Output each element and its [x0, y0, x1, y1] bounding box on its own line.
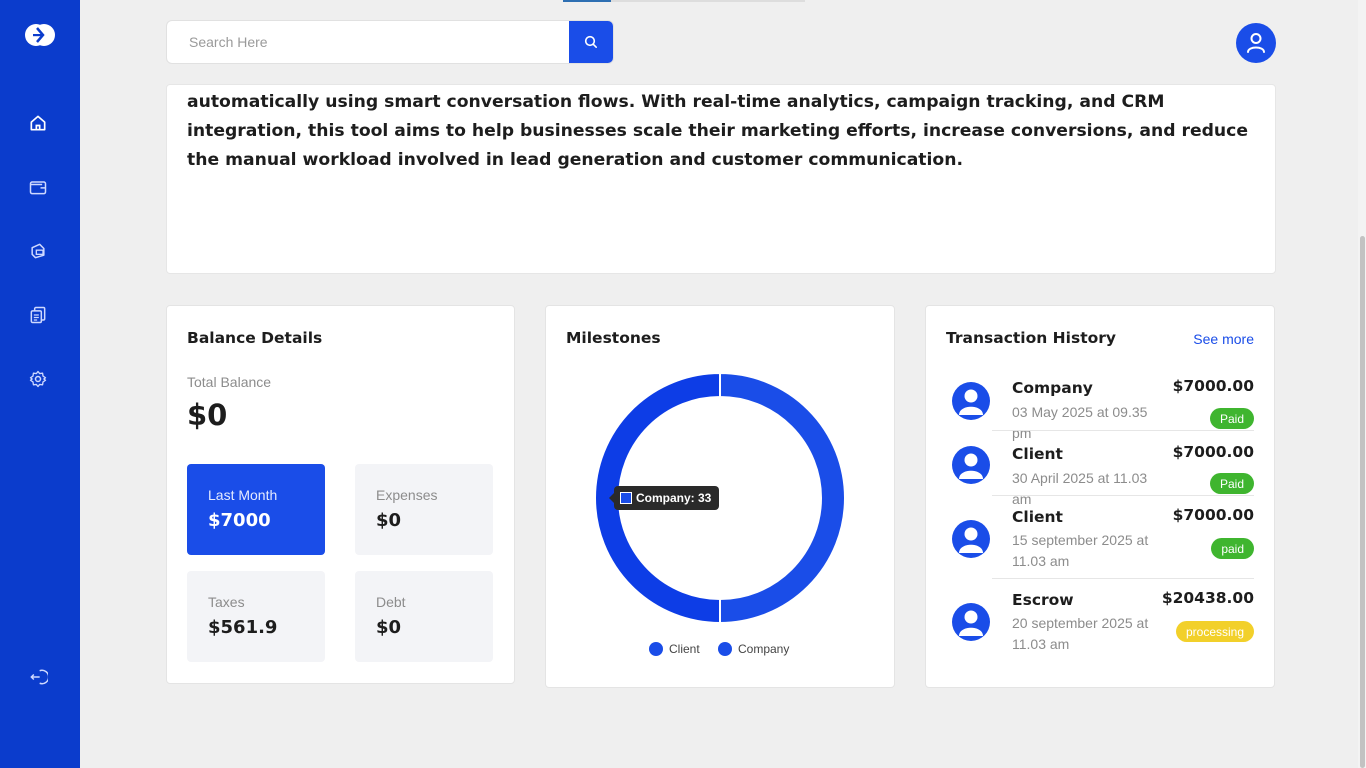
transaction-row[interactable]: Client 30 April 2025 at 11.03 am $7000.0…: [946, 442, 1254, 507]
tile-last-month[interactable]: Last Month $7000: [187, 464, 325, 555]
logo[interactable]: [24, 23, 56, 47]
chart-tooltip: Company: 33: [608, 486, 720, 510]
row-divider: [992, 578, 1254, 579]
legend-dot: [718, 642, 732, 656]
status-badge: paid: [1211, 538, 1254, 559]
cards-icon: [31, 243, 45, 259]
avatar: [952, 382, 990, 420]
sidebar-item-wallet[interactable]: [27, 176, 49, 198]
tooltip-swatch: [620, 492, 632, 504]
tile-value: $561.9: [208, 617, 278, 638]
legend-label: Client: [669, 642, 700, 656]
status-badge: Paid: [1209, 473, 1254, 494]
legend-item-company[interactable]: Company: [718, 642, 789, 656]
profile-button[interactable]: [1236, 23, 1276, 63]
total-balance-value: $0: [187, 398, 228, 432]
user-icon: [959, 527, 983, 553]
legend-dot: [649, 642, 663, 656]
row-divider: [992, 430, 1254, 431]
transaction-name: Client: [1012, 445, 1063, 463]
transaction-row[interactable]: Client 15 september 2025 at 11.03 am $70…: [946, 505, 1254, 575]
donut-slice-client[interactable]: [719, 371, 846, 625]
transaction-amount: $7000.00: [1172, 377, 1254, 395]
tile-value: $7000: [208, 510, 271, 531]
tile-label: Taxes: [208, 594, 245, 610]
sidebar: [0, 0, 80, 768]
avatar: [952, 446, 990, 484]
top-tab-indicator: [563, 0, 805, 2]
search-bar: [166, 20, 614, 64]
status-badge: Paid: [1209, 408, 1254, 429]
sidebar-item-cards[interactable]: [27, 240, 49, 262]
transaction-date: 30 April 2025 at 11.03 am: [1012, 470, 1148, 507]
transaction-amount: $7000.00: [1172, 506, 1254, 524]
scrollbar-thumb[interactable]: [1360, 236, 1365, 768]
milestones-title: Milestones: [566, 329, 661, 347]
search-button[interactable]: [569, 21, 613, 63]
tile-label: Debt: [376, 594, 406, 610]
tile-debt[interactable]: Debt $0: [355, 571, 493, 662]
transaction-date: 20 september 2025 at 11.03 am: [1012, 615, 1149, 652]
transactions-title: Transaction History: [946, 329, 1117, 347]
avatar: [952, 520, 990, 558]
transaction-row[interactable]: Company 03 May 2025 at 09.35 pm $7000.00…: [946, 376, 1254, 441]
tile-taxes[interactable]: Taxes $561.9: [187, 571, 325, 662]
tile-label: Expenses: [376, 487, 438, 503]
logout-button[interactable]: [27, 666, 49, 688]
transaction-name: Client: [1012, 508, 1063, 526]
milestones-card: Milestones: [545, 305, 895, 688]
row-divider: [992, 495, 1254, 496]
status-badge: processing: [1175, 621, 1254, 642]
sidebar-item-settings[interactable]: [27, 368, 49, 390]
user-icon: [959, 389, 983, 415]
transaction-row[interactable]: Escrow 20 september 2025 at 11.03 am $20…: [946, 588, 1254, 658]
user-icon: [959, 610, 983, 636]
tile-value: $0: [376, 510, 402, 531]
search-icon: [584, 35, 597, 48]
tile-label: Last Month: [208, 487, 278, 503]
user-icon: [1247, 33, 1265, 53]
documents-icon: [30, 306, 46, 324]
home-icon: [30, 115, 46, 131]
legend-label: Company: [738, 642, 790, 656]
wallet-icon: [29, 181, 47, 195]
description-text: automatically using smart conversation f…: [187, 92, 1248, 170]
transaction-name: Escrow: [1012, 591, 1074, 609]
tile-expenses[interactable]: Expenses $0: [355, 464, 493, 555]
logo-icon: [25, 24, 55, 46]
search-input[interactable]: [167, 21, 571, 63]
transaction-amount: $7000.00: [1172, 443, 1254, 461]
sidebar-item-home[interactable]: [27, 112, 49, 134]
transaction-date: 15 september 2025 at 11.03 am: [1012, 532, 1149, 569]
user-icon: [959, 453, 983, 479]
tooltip-text: Company: 33: [636, 491, 712, 505]
avatar: [952, 603, 990, 641]
transaction-name: Company: [1012, 379, 1093, 397]
sidebar-item-documents[interactable]: [27, 304, 49, 326]
see-more-link[interactable]: See more: [1193, 331, 1254, 347]
legend-item-client[interactable]: Client: [649, 642, 700, 656]
description-card: automatically using smart conversation f…: [166, 84, 1276, 274]
total-balance-label: Total Balance: [187, 374, 272, 390]
logout-icon: [30, 669, 48, 685]
transaction-date: 03 May 2025 at 09.35 pm: [1012, 404, 1148, 441]
balance-card: Balance Details Total Balance $0 Last Mo…: [166, 305, 515, 684]
transactions-card: Transaction History See more Company 03 …: [925, 305, 1275, 688]
tile-value: $0: [376, 617, 402, 638]
settings-icon: [29, 370, 47, 388]
transaction-amount: $20438.00: [1161, 589, 1254, 607]
page-scrollbar[interactable]: [1358, 0, 1366, 768]
balance-title: Balance Details: [187, 329, 323, 347]
